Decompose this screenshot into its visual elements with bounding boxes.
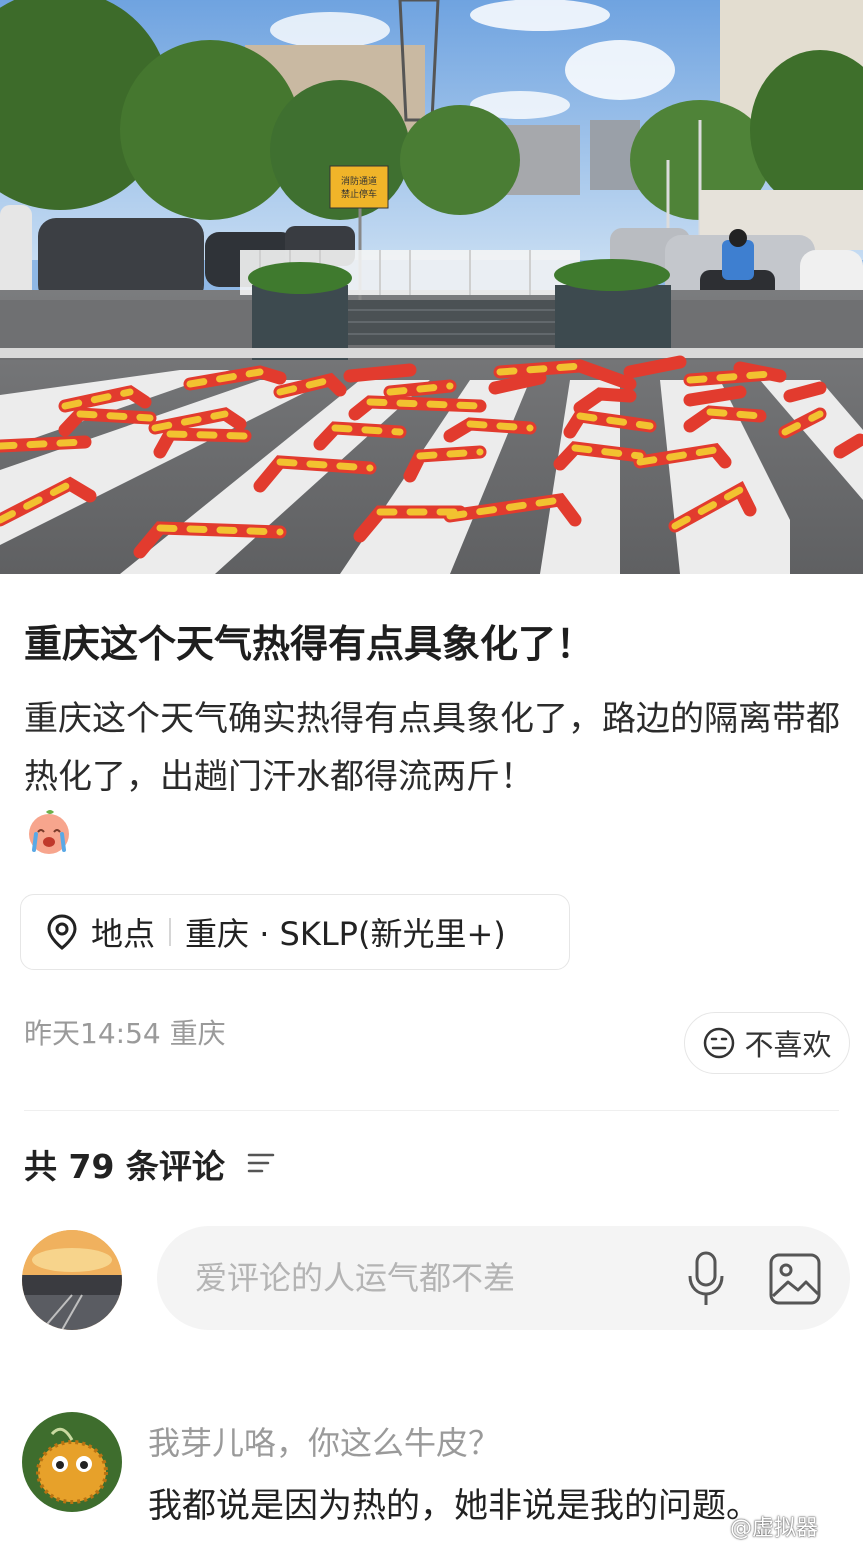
- location-chip[interactable]: 地点 重庆 · SKLP(新光里+): [20, 894, 570, 970]
- neutral-face-icon: [704, 1027, 735, 1059]
- location-label: 地点: [91, 915, 156, 953]
- watermark: @虚拟器: [730, 1516, 819, 1541]
- dislike-label: 不喜欢: [744, 1028, 832, 1062]
- sign-line-2: 禁止停车: [341, 188, 377, 200]
- comment-username[interactable]: 我芽儿咯，你这么牛皮？: [148, 1418, 500, 1464]
- dislike-button[interactable]: 不喜欢: [684, 1012, 850, 1074]
- post-time-location: 昨天14:54 重庆: [24, 1017, 226, 1050]
- comments-count: 共 79 条评论: [24, 1147, 225, 1186]
- location-divider: [169, 918, 172, 946]
- section-divider: [24, 1110, 839, 1111]
- post-photo[interactable]: 消防通道 禁止停车: [0, 0, 863, 574]
- microphone-icon[interactable]: [684, 1250, 728, 1308]
- location-place: 重庆 · SKLP(新光里+): [185, 915, 506, 953]
- commenter-avatar[interactable]: [22, 1412, 122, 1512]
- sort-icon[interactable]: [246, 1150, 276, 1176]
- crying-face-icon: [29, 810, 69, 854]
- sign-line-1: 消防通道: [341, 175, 377, 187]
- post-body: 重庆这个天气确实热得有点具象化了，路边的隔离带都热化了，出趟门汗水都得流两斤！: [24, 699, 840, 797]
- image-upload-icon[interactable]: [768, 1252, 822, 1306]
- location-pin-icon: [47, 914, 77, 950]
- current-user-avatar[interactable]: [22, 1230, 122, 1330]
- street-scene-image: 消防通道 禁止停车: [0, 0, 863, 574]
- comment-input[interactable]: [157, 1226, 850, 1330]
- post-title: 重庆这个天气热得有点具象化了！: [24, 622, 595, 666]
- comment-text: 我都说是因为热的，她非说是我的问题。: [148, 1486, 760, 1526]
